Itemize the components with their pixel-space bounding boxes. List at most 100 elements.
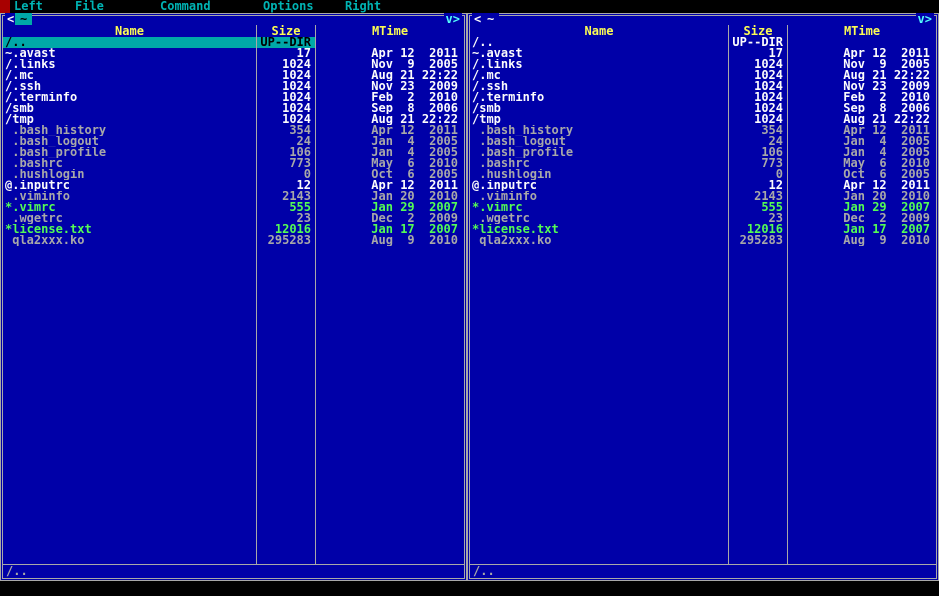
menu-item-right[interactable]: Right [345,0,381,13]
panel-dropdown-icon[interactable]: v> [916,13,934,25]
file-name[interactable]: *.vimrc [3,202,256,213]
file-row[interactable]: /..UP--DIR [470,37,936,48]
file-row[interactable]: /tmp1024Aug 21 22:22 [3,114,464,125]
file-row[interactable]: /smb1024Sep 8 2006 [3,103,464,114]
file-name[interactable]: *license.txt [470,224,728,235]
file-row[interactable]: .bashrc773May 6 2010 [3,158,464,169]
file-name[interactable]: /tmp [3,114,256,125]
menu-item-options[interactable]: Options [263,0,314,13]
file-row[interactable]: /.ssh1024Nov 23 2009 [3,81,464,92]
file-name[interactable]: qla2xxx.ko [3,235,256,246]
file-row[interactable]: .hushlogin0Oct 6 2005 [3,169,464,180]
file-name[interactable]: /.mc [3,70,256,81]
file-name[interactable]: /.terminfo [470,92,728,103]
file-name[interactable]: .bash_profile [470,147,728,158]
file-row[interactable]: /.mc1024Aug 21 22:22 [470,70,936,81]
file-name[interactable]: /.. [3,37,256,48]
file-row[interactable]: .bash_logout24Jan 4 2005 [470,136,936,147]
file-row[interactable]: /.terminfo1024Feb 2 2010 [3,92,464,103]
file-row[interactable]: /.mc1024Aug 21 22:22 [3,70,464,81]
file-name[interactable]: /.ssh [470,81,728,92]
file-row[interactable]: .bash_history354Apr 12 2011 [470,125,936,136]
file-row[interactable]: *.vimrc555Jan 29 2007 [470,202,936,213]
file-row[interactable]: qla2xxx.ko295283Aug 9 2010 [470,235,936,246]
file-name[interactable]: .bash_logout [3,136,256,147]
column-header-name[interactable]: Name [470,25,728,37]
file-mtime: Jan 29 2007 [316,202,464,213]
column-header-mtime[interactable]: MTime [316,25,464,37]
file-row[interactable]: /smb1024Sep 8 2006 [470,103,936,114]
file-size: 2143 [257,191,315,202]
file-row[interactable]: .bashrc773May 6 2010 [470,158,936,169]
file-row[interactable]: @.inputrc12Apr 12 2011 [3,180,464,191]
column-header-name[interactable]: Name [3,25,256,37]
file-row[interactable]: qla2xxx.ko295283Aug 9 2010 [3,235,464,246]
file-name[interactable]: /.mc [470,70,728,81]
left-panel-title[interactable]: ~ [15,13,32,25]
file-name[interactable]: /.. [470,37,728,48]
column-header-mtime[interactable]: MTime [788,25,936,37]
file-size: 1024 [257,103,315,114]
file-name[interactable]: *license.txt [3,224,256,235]
file-name[interactable]: ~.avast [470,48,728,59]
file-row[interactable]: *.vimrc555Jan 29 2007 [3,202,464,213]
file-name[interactable]: .viminfo [470,191,728,202]
menu-item-command[interactable]: Command [160,0,211,13]
file-name[interactable]: .bashrc [470,158,728,169]
file-row[interactable]: .wgetrc23Dec 2 2009 [3,213,464,224]
file-row[interactable]: *license.txt12016Jan 17 2007 [470,224,936,235]
file-row[interactable]: @.inputrc12Apr 12 2011 [470,180,936,191]
file-row[interactable]: *license.txt12016Jan 17 2007 [3,224,464,235]
file-name[interactable]: .bash_history [470,125,728,136]
file-row[interactable]: .wgetrc23Dec 2 2009 [470,213,936,224]
menu-item-file[interactable]: File [75,0,104,13]
file-name[interactable]: .wgetrc [470,213,728,224]
file-row[interactable]: .bash_profile106Jan 4 2005 [470,147,936,158]
file-name[interactable]: /smb [3,103,256,114]
file-mtime: Dec 2 2009 [316,213,464,224]
file-row[interactable]: .bash_profile106Jan 4 2005 [3,147,464,158]
file-name[interactable]: .bash_profile [3,147,256,158]
file-row[interactable]: .hushlogin0Oct 6 2005 [470,169,936,180]
panel-dropdown-icon[interactable]: v> [444,13,462,25]
file-name[interactable]: /.links [3,59,256,70]
file-row[interactable]: /..UP--DIR [3,37,464,48]
file-name[interactable]: .bashrc [3,158,256,169]
file-name[interactable]: @.inputrc [470,180,728,191]
file-name[interactable]: @.inputrc [3,180,256,191]
file-name[interactable]: .bash_history [3,125,256,136]
file-name[interactable]: .wgetrc [3,213,256,224]
file-row[interactable]: .viminfo2143Jan 20 2010 [3,191,464,202]
file-mtime [316,37,464,48]
file-name[interactable]: /tmp [470,114,728,125]
file-row[interactable]: ~.avast17Apr 12 2011 [470,48,936,59]
file-row[interactable]: /tmp1024Aug 21 22:22 [470,114,936,125]
file-name[interactable]: .viminfo [3,191,256,202]
file-name[interactable]: qla2xxx.ko [470,235,728,246]
menu-item-left[interactable]: Left [14,0,43,13]
file-name[interactable]: /.ssh [3,81,256,92]
column-header-size[interactable]: Size [257,25,315,37]
file-row[interactable]: .bash_history354Apr 12 2011 [3,125,464,136]
file-name[interactable]: .hushlogin [470,169,728,180]
file-name[interactable]: ~.avast [3,48,256,59]
right-panel-title[interactable]: ~ [482,13,499,25]
file-row[interactable]: /.links1024Nov 9 2005 [470,59,936,70]
file-name[interactable]: .hushlogin [3,169,256,180]
file-mtime: Apr 12 2011 [788,180,936,191]
column-header-size[interactable]: Size [729,25,787,37]
file-name[interactable]: *.vimrc [470,202,728,213]
file-size: UP--DIR [729,37,787,48]
file-mtime: Oct 6 2005 [316,169,464,180]
file-name[interactable]: /.terminfo [3,92,256,103]
file-row[interactable]: .viminfo2143Jan 20 2010 [470,191,936,202]
file-name[interactable]: .bash_logout [470,136,728,147]
mc-file-manager-screen: Left File Command Options Right < ~ v> N… [0,0,939,596]
file-name[interactable]: /smb [470,103,728,114]
file-row[interactable]: ~.avast17Apr 12 2011 [3,48,464,59]
file-row[interactable]: /.ssh1024Nov 23 2009 [470,81,936,92]
file-row[interactable]: .bash_logout24Jan 4 2005 [3,136,464,147]
file-row[interactable]: /.links1024Nov 9 2005 [3,59,464,70]
file-row[interactable]: /.terminfo1024Feb 2 2010 [470,92,936,103]
file-name[interactable]: /.links [470,59,728,70]
